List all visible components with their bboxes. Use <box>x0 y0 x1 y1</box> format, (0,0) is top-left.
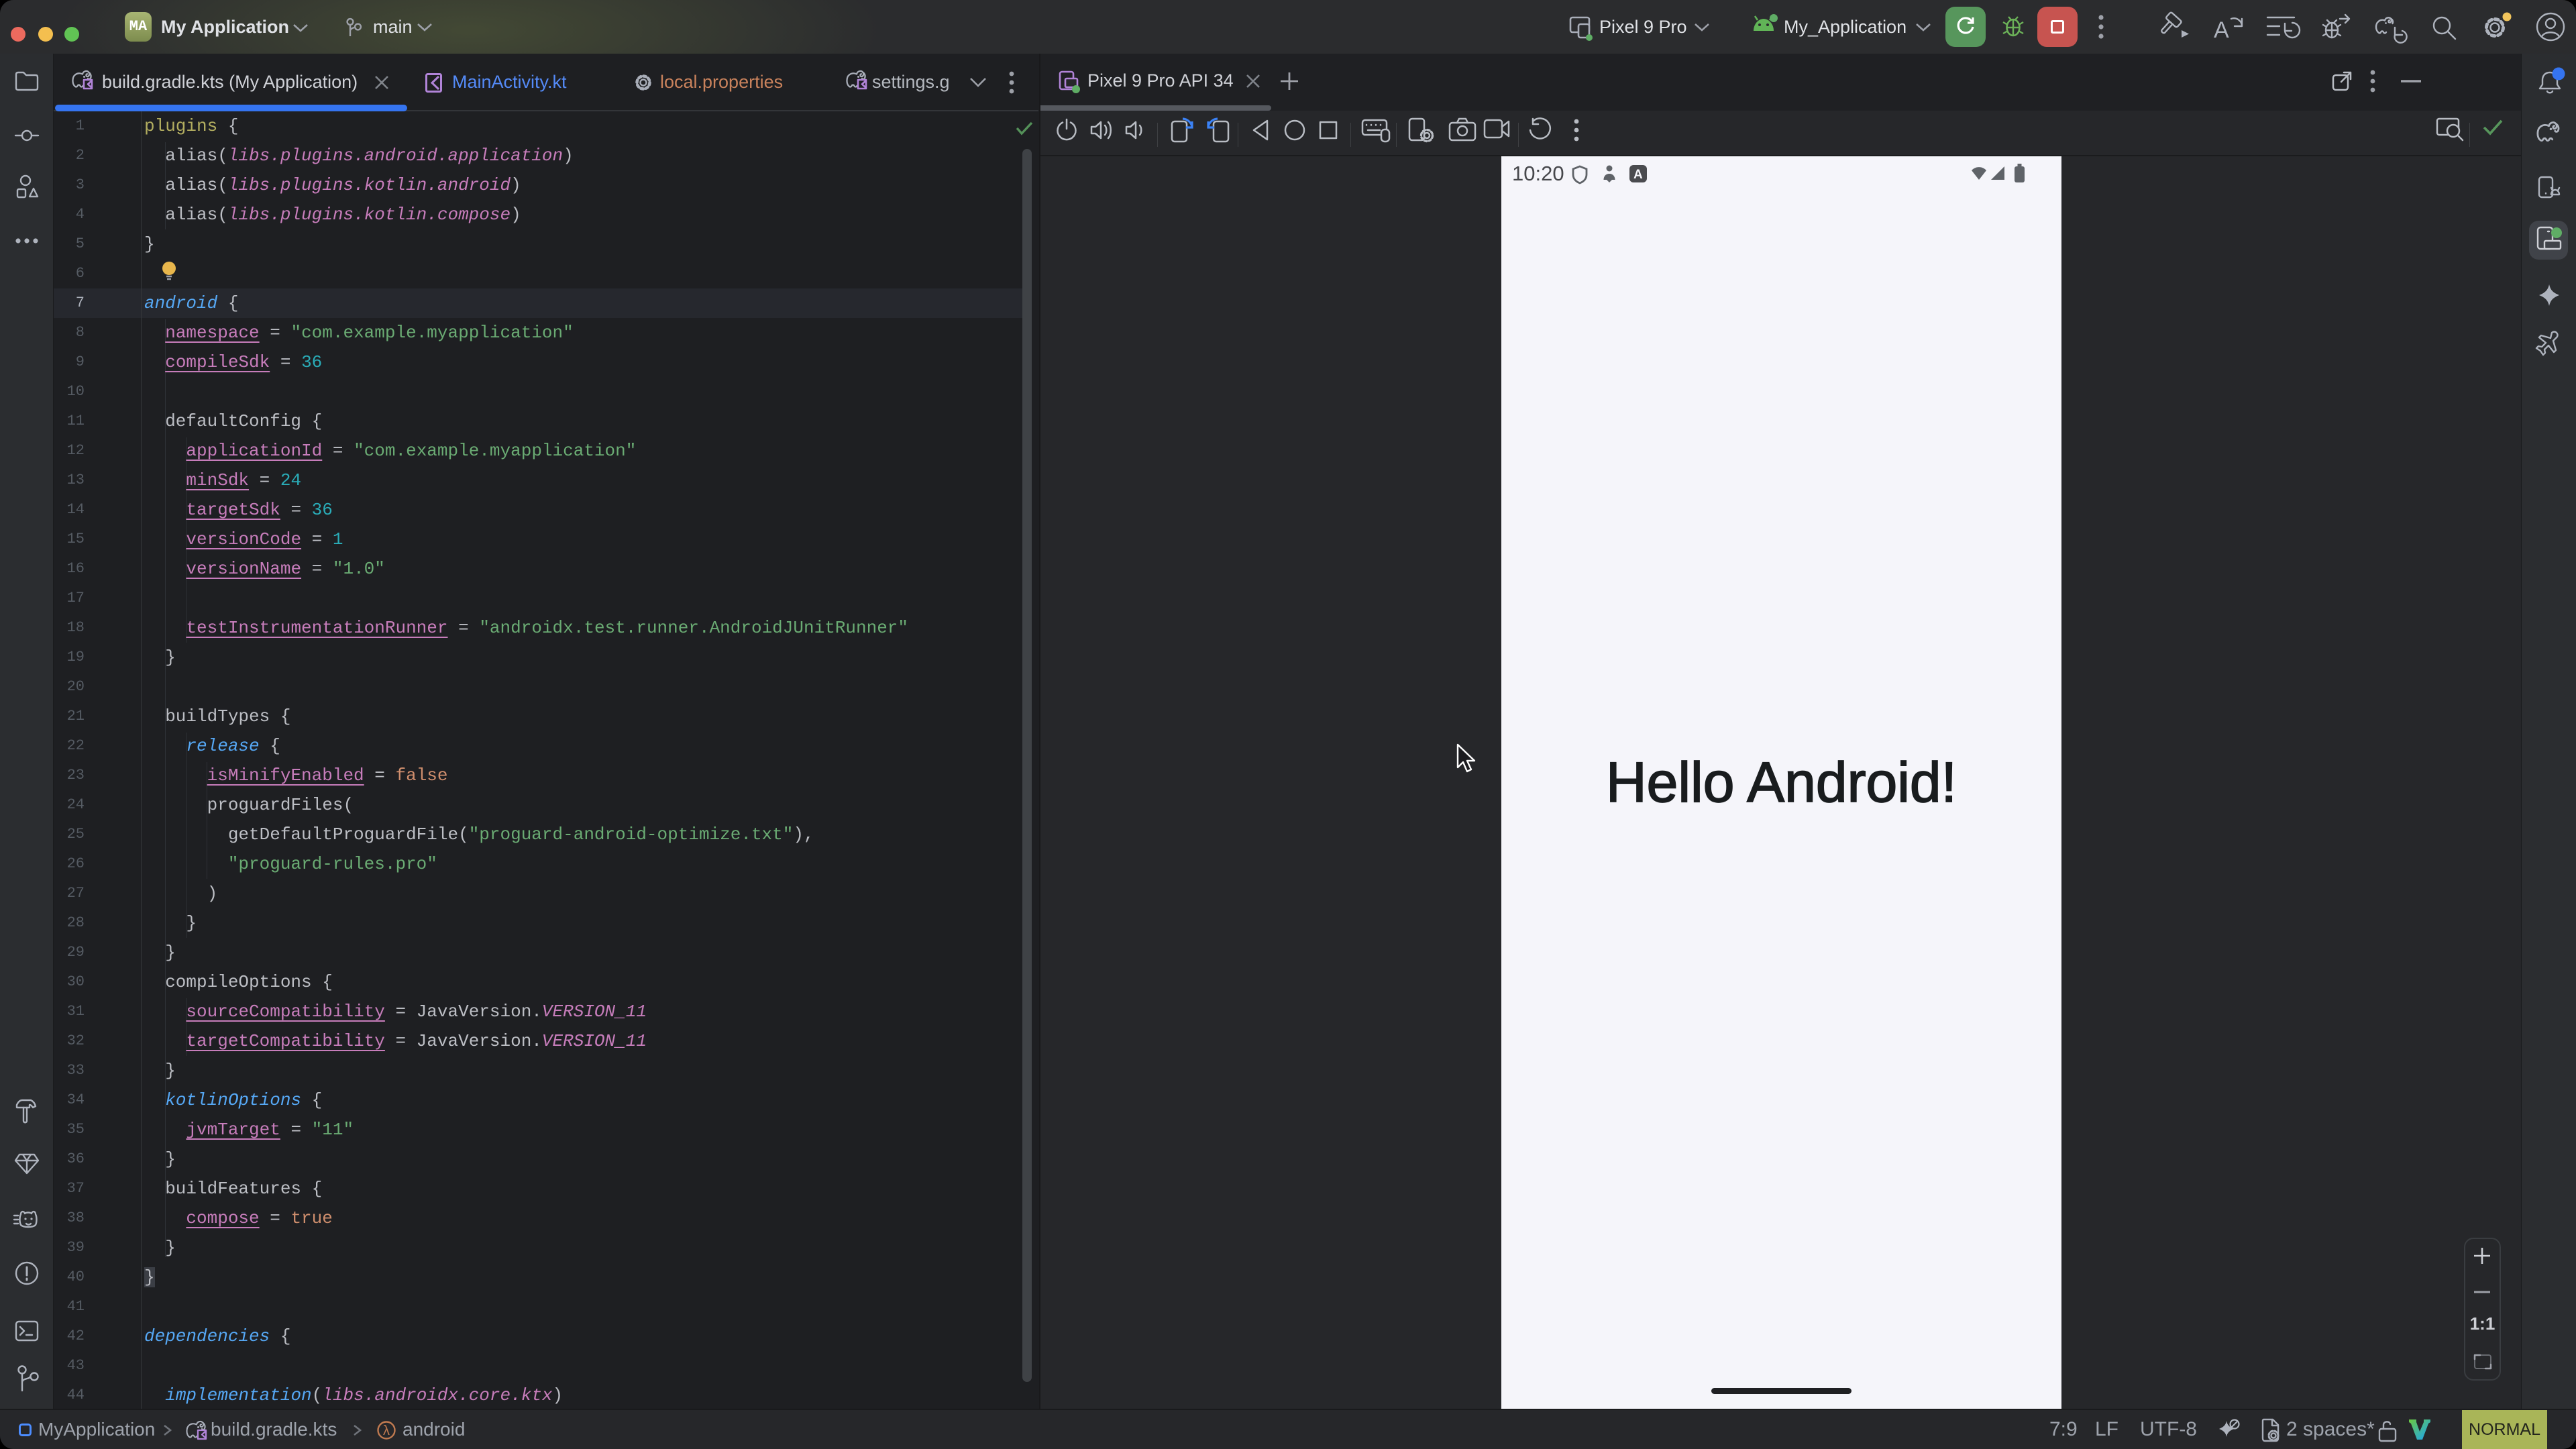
svg-text:λ: λ <box>382 1424 390 1440</box>
svg-text:A: A <box>1633 168 1643 182</box>
svg-text:A: A <box>2214 17 2229 43</box>
